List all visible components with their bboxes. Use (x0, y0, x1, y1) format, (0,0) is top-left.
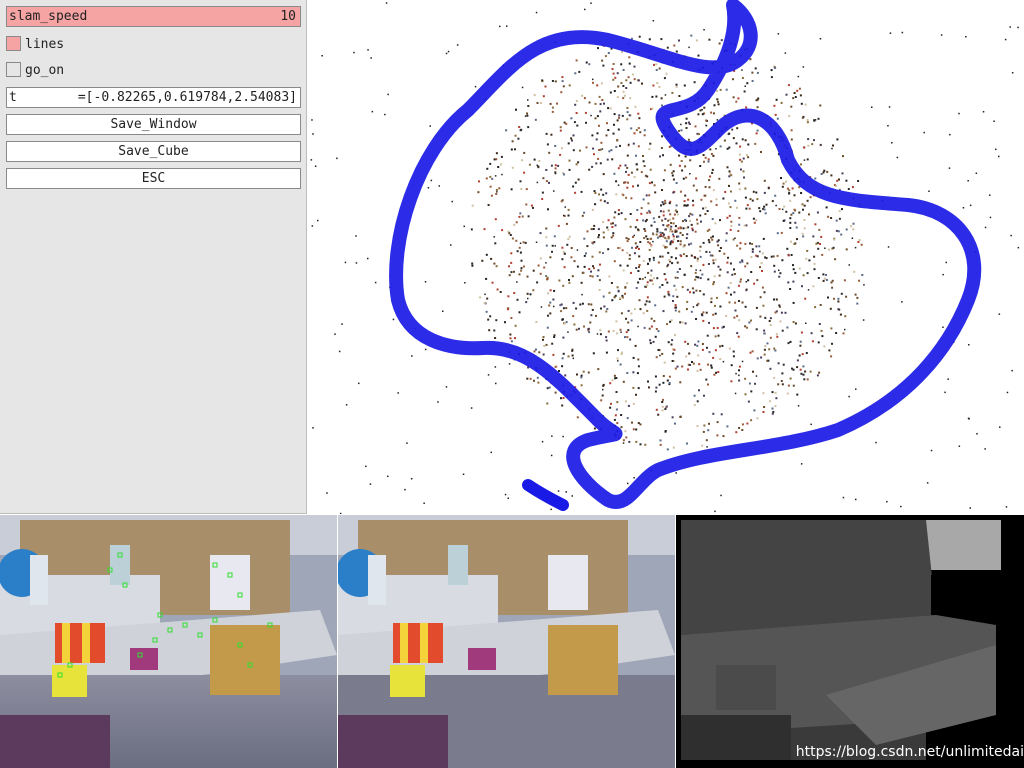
save-window-button[interactable]: Save_Window (6, 114, 301, 135)
rgb-image (338, 515, 675, 768)
rgb-features-image (0, 515, 337, 768)
point-cloud (310, 2, 1020, 514)
save-cube-button[interactable]: Save_Cube (6, 141, 301, 162)
rgb-frame (338, 515, 675, 768)
go-on-checkbox-row[interactable]: go_on (6, 60, 301, 80)
control-panel: slam_speed 10 lines go_on t =[-0.82265,0… (0, 0, 307, 514)
camera-trajectory (389, 0, 982, 509)
t-value: =[-0.82265,0.619784,2.54083] (77, 90, 297, 105)
lines-label: lines (25, 37, 65, 52)
point-cloud-canvas (310, 0, 1020, 514)
slam-speed-value: 10 (280, 9, 296, 24)
slam-speed-label: slam_speed (9, 9, 88, 24)
lines-checkbox[interactable] (6, 36, 21, 51)
t-var-field[interactable]: t =[-0.82265,0.619784,2.54083] (6, 87, 301, 108)
slam-speed-slider[interactable]: slam_speed 10 (6, 6, 301, 27)
depth-frame: https://blog.csdn.net/unlimitedai (676, 515, 1024, 768)
rgb-frame-with-features (0, 515, 337, 768)
go-on-checkbox[interactable] (6, 62, 21, 77)
camera-trajectory-tail (522, 479, 569, 511)
lines-checkbox-row[interactable]: lines (6, 34, 301, 54)
go-on-label: go_on (25, 63, 65, 78)
watermark-text: https://blog.csdn.net/unlimitedai (795, 744, 1024, 760)
esc-button[interactable]: ESC (6, 168, 301, 189)
map-3d-view[interactable] (308, 0, 1024, 514)
depth-image (676, 515, 1024, 768)
t-label: t (9, 90, 17, 105)
